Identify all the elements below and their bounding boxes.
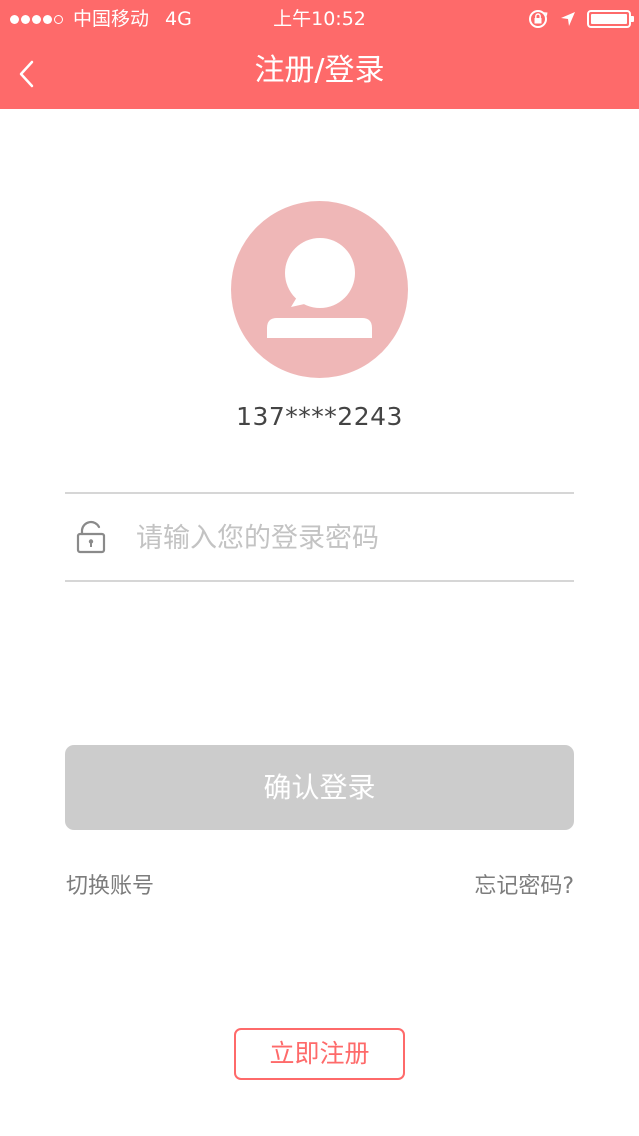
page-title: 注册/登录 — [254, 53, 385, 88]
switch-account-link[interactable]: 切换账号 — [66, 868, 154, 900]
status-bar: 中国移动 4G 上午10:52 — [0, 0, 639, 38]
password-input[interactable] — [134, 514, 558, 562]
status-right — [527, 0, 634, 38]
user-avatar-icon — [231, 201, 408, 378]
header: 中国移动 4G 上午10:52 注册/登录 — [0, 0, 639, 109]
battery-level — [591, 14, 627, 24]
input-top-divider — [65, 492, 574, 494]
unlock-icon — [76, 520, 106, 554]
location-arrow-icon — [561, 12, 575, 26]
input-bottom-divider — [65, 580, 574, 582]
confirm-login-button[interactable]: 确认登录 — [65, 745, 574, 830]
masked-phone-number: 137****2243 — [236, 402, 403, 431]
battery-icon — [587, 10, 634, 28]
rotation-lock-icon — [529, 10, 548, 28]
avatar-graphic — [267, 238, 372, 338]
nav-bar: 注册/登录 — [0, 38, 639, 109]
register-button[interactable]: 立即注册 — [234, 1028, 405, 1080]
forgot-password-link[interactable]: 忘记密码? — [474, 868, 574, 900]
